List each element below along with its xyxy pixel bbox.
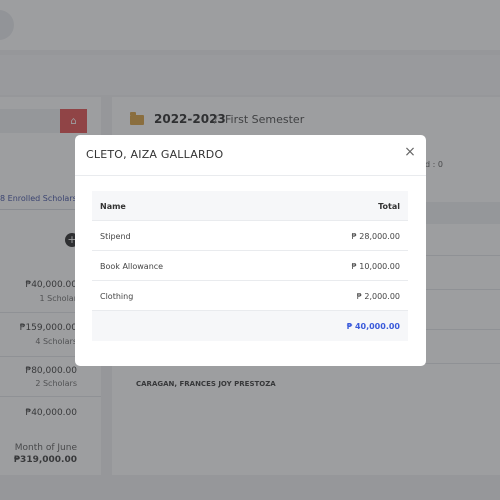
row-total: ₱ 10,000.00 (351, 262, 400, 271)
close-icon[interactable]: × (403, 144, 417, 160)
breakdown-modal: CLETO, AIZA GALLARDO × Name Total Stipen… (75, 135, 426, 366)
row-total: ₱ 2,000.00 (356, 292, 400, 301)
column-header-total: Total (378, 202, 400, 211)
modal-title: CLETO, AIZA GALLARDO (86, 148, 224, 161)
modal-header-divider (75, 175, 426, 176)
row-name: Stipend (100, 232, 131, 241)
table-total-row: ₱ 40,000.00 (92, 311, 408, 341)
row-name: Book Allowance (100, 262, 164, 271)
table-row: Book Allowance ₱ 10,000.00 (92, 251, 408, 281)
breakdown-table: Name Total Stipend ₱ 28,000.00 Book Allo… (92, 191, 408, 341)
column-header-name: Name (100, 202, 126, 211)
table-row: Stipend ₱ 28,000.00 (92, 221, 408, 251)
row-total: ₱ 28,000.00 (351, 232, 400, 241)
table-header-row: Name Total (92, 191, 408, 221)
grand-total: ₱ 40,000.00 (346, 322, 400, 331)
table-row: Clothing ₱ 2,000.00 (92, 281, 408, 311)
row-name: Clothing (100, 292, 134, 301)
